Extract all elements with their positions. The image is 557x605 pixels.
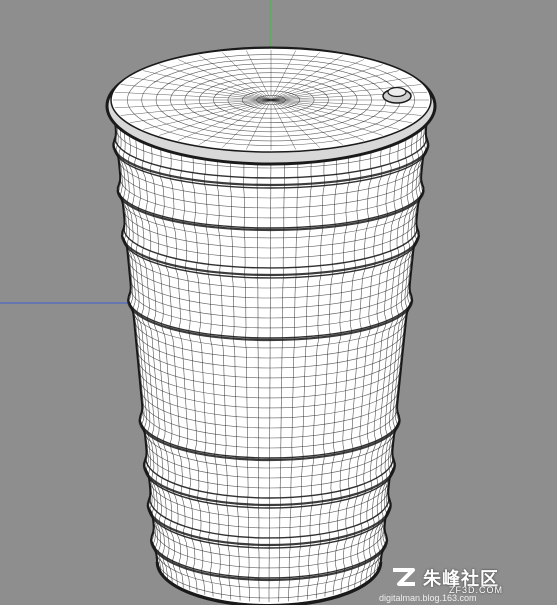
viewport-scene[interactable] xyxy=(0,0,557,605)
bung-cap-top xyxy=(387,86,407,98)
watermark: 朱峰社区 ZF3D.COM digitalman.blog.163.com xyxy=(379,563,549,603)
watermark-url: digitalman.blog.163.com xyxy=(379,593,477,603)
3d-viewport[interactable]: 朱峰社区 ZF3D.COM digitalman.blog.163.com xyxy=(0,0,557,605)
zf-logo-icon xyxy=(393,568,415,586)
oil-drum-mesh[interactable] xyxy=(105,46,437,605)
